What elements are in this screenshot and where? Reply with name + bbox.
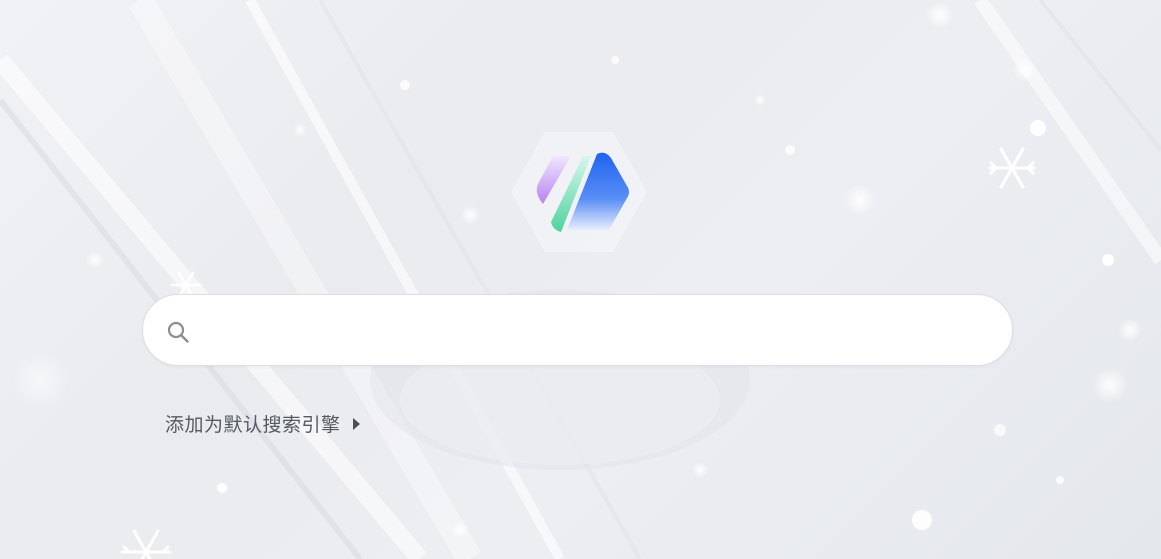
app-logo-icon: [511, 132, 647, 252]
search-input[interactable]: [205, 307, 989, 355]
app-logo: [509, 130, 649, 254]
set-default-search-engine-link[interactable]: 添加为默认搜索引擎: [165, 410, 360, 437]
caret-right-icon[interactable]: [352, 417, 360, 430]
set-default-search-engine-label[interactable]: 添加为默认搜索引擎: [165, 410, 341, 437]
search-bar[interactable]: [142, 294, 1013, 366]
winter-background: [0, 0, 1161, 559]
search-icon[interactable]: [166, 320, 190, 344]
